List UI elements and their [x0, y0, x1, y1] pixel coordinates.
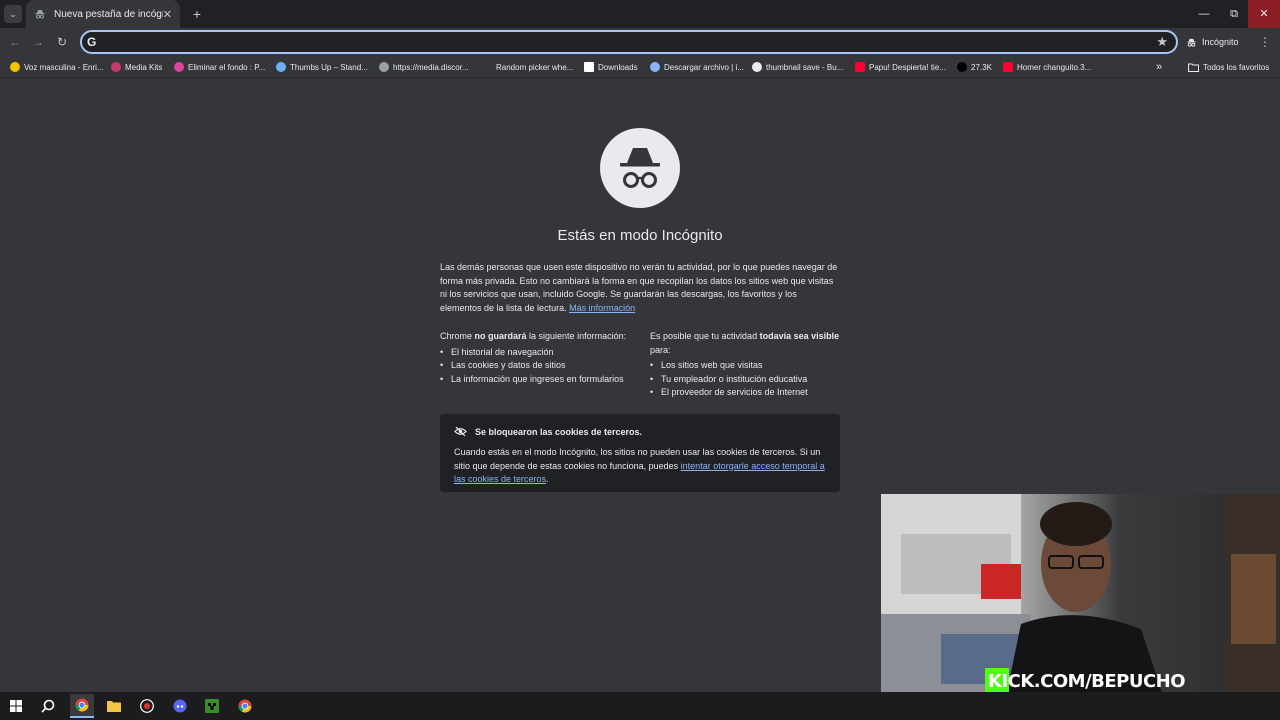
- windows-start-icon[interactable]: [4, 694, 28, 718]
- youtube-icon: [855, 62, 865, 72]
- address-bar[interactable]: G ★: [80, 30, 1178, 54]
- close-tab-icon[interactable]: ✕: [163, 8, 172, 21]
- menu-kebab-icon[interactable]: ⋮: [1258, 33, 1272, 51]
- bookmark-item[interactable]: Voz masculina - Enri...: [10, 59, 104, 75]
- incognito-profile-button[interactable]: Incógnito: [1186, 33, 1239, 51]
- kick-handle: KICK.COM/BEPUCHO: [988, 671, 1186, 692]
- incognito-icon: [34, 8, 46, 20]
- bookmark-item[interactable]: Eliminar el fondo : P...: [174, 59, 265, 75]
- bookmark-item[interactable]: Papu! Despierta! tie...: [855, 59, 946, 75]
- tab-search-button[interactable]: ⌄: [4, 5, 22, 23]
- app-icon[interactable]: [135, 694, 159, 718]
- google-icon: [752, 62, 762, 72]
- tab-incognito[interactable]: Nueva pestaña de incógnito ✕: [26, 0, 180, 28]
- all-bookmarks-button[interactable]: Todos los favoritos: [1188, 59, 1269, 75]
- bookmark-item[interactable]: 27.3K: [957, 59, 992, 75]
- eye-off-icon: [454, 426, 467, 437]
- tab-title: Nueva pestaña de incógnito: [54, 8, 163, 20]
- bookmark-item[interactable]: Random picker whe...: [482, 59, 573, 75]
- incognito-icon: [1187, 38, 1196, 47]
- globe-icon: [379, 62, 389, 72]
- minimize-button[interactable]: —: [1188, 0, 1220, 28]
- bookmark-item[interactable]: https://media.discor...: [379, 59, 469, 75]
- bookmark-item[interactable]: Media Kits: [111, 59, 162, 75]
- still-visible-section: Es posible que tu actividad todavía sea …: [650, 330, 845, 400]
- folder-icon: [1188, 63, 1199, 72]
- intro-text: Las demás personas que usen este disposi…: [440, 262, 838, 313]
- bookmark-item[interactable]: Downloads: [584, 59, 638, 75]
- bookmark-star-icon[interactable]: ★: [1156, 34, 1168, 50]
- tab-strip: ⌄ Nueva pestaña de incógnito ✕ + — ⧉ ✕: [0, 0, 1280, 28]
- close-window-button[interactable]: ✕: [1248, 0, 1280, 28]
- cookie-card-title: Se bloquearon las cookies de terceros.: [475, 426, 643, 437]
- more-info-link[interactable]: Más información: [569, 303, 635, 313]
- list-item: Los sitios web que visitas: [650, 359, 845, 373]
- google-icon: G: [87, 35, 97, 49]
- bookmark-favicon-icon: [111, 62, 121, 72]
- bookmark-favicon-icon: [10, 62, 20, 72]
- bookmark-item[interactable]: Thumbs Up – Stand...: [276, 59, 368, 75]
- list-item: El proveedor de servicios de Internet: [650, 386, 845, 400]
- bookmark-item[interactable]: thumbnail save - Bu...: [752, 59, 843, 75]
- not-saved-title: Chrome no guardará la siguiente informac…: [440, 331, 627, 341]
- chrome-taskbar-icon[interactable]: [70, 694, 94, 718]
- third-party-cookies-card: Se bloquearon las cookies de terceros. C…: [440, 414, 840, 492]
- reload-icon[interactable]: ↻: [54, 34, 70, 50]
- taskbar: [0, 692, 1280, 720]
- not-saved-section: Chrome no guardará la siguiente informac…: [440, 330, 635, 386]
- downloads-icon: [584, 62, 594, 72]
- bookmark-favicon-icon: [174, 62, 184, 72]
- list-item: La información que ingreses en formulari…: [440, 373, 635, 387]
- list-item: El historial de navegación: [440, 346, 635, 360]
- file-explorer-icon[interactable]: [102, 694, 126, 718]
- incognito-hero-icon: [600, 128, 680, 208]
- search-icon[interactable]: [36, 694, 60, 718]
- cookie-card-body: Cuando estás en el modo Incógnito, los s…: [454, 447, 825, 484]
- minecraft-icon[interactable]: [200, 694, 224, 718]
- bookmark-favicon-icon: [482, 62, 492, 72]
- youtube-icon: [1003, 62, 1013, 72]
- bookmarks-bar: Voz masculina - Enri... Media Kits Elimi…: [0, 56, 1280, 78]
- list-item: Las cookies y datos de sitios: [440, 359, 635, 373]
- new-tab-button[interactable]: +: [188, 5, 206, 23]
- forward-icon[interactable]: →: [30, 34, 46, 50]
- chevron-down-icon: ⌄: [9, 8, 17, 19]
- incognito-label: Incógnito: [1202, 37, 1239, 47]
- discord-icon[interactable]: [168, 694, 192, 718]
- bookmarks-overflow-button[interactable]: »: [1156, 59, 1162, 75]
- page-title: Estás en modo Incógnito: [557, 227, 723, 244]
- back-icon[interactable]: ←: [7, 34, 23, 50]
- list-item: Tu empleador o institución educativa: [650, 373, 845, 387]
- still-visible-title: Es posible que tu actividad todavía sea …: [650, 331, 840, 355]
- bookmark-favicon-icon: [650, 62, 660, 72]
- chrome-profile-icon[interactable]: [233, 694, 257, 718]
- toolbar: ← → ↻ G ★ Incógnito ⋮: [0, 28, 1280, 56]
- bookmark-favicon-icon: [276, 62, 286, 72]
- bookmark-item[interactable]: Descargar archivo | i...: [650, 59, 744, 75]
- bookmark-item[interactable]: Homer changuito.3...: [1003, 59, 1091, 75]
- restore-button[interactable]: ⧉: [1218, 0, 1250, 28]
- tiktok-icon: [957, 62, 967, 72]
- search-input[interactable]: [108, 34, 1148, 50]
